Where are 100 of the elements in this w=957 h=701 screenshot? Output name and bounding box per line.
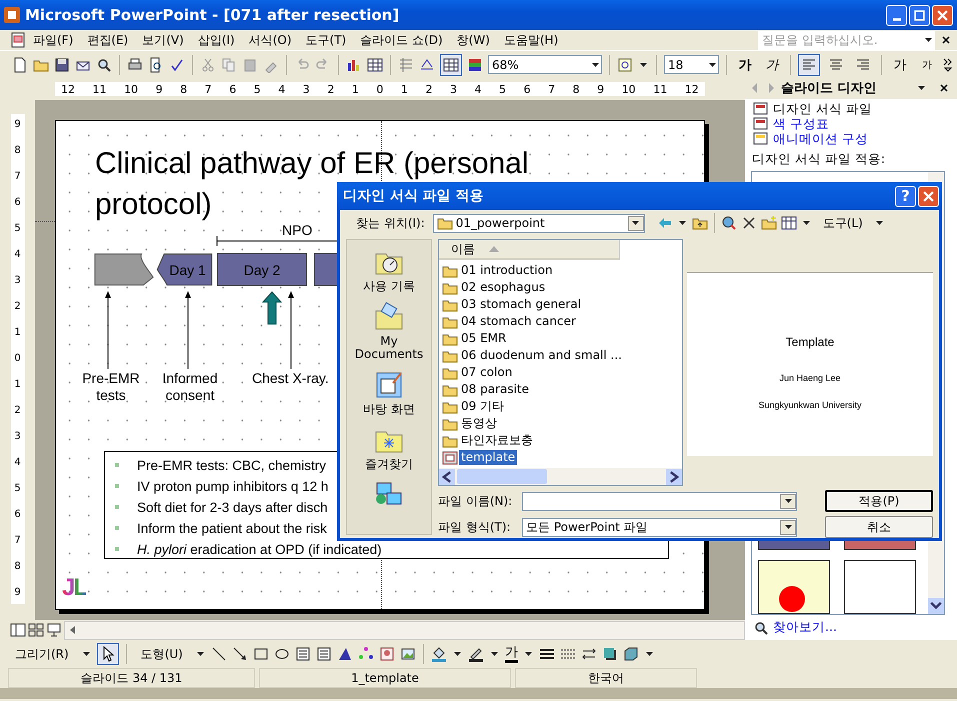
normal-view-icon[interactable] xyxy=(10,622,26,638)
draw-menu[interactable]: 그리기(R) xyxy=(8,646,76,662)
shadow-icon[interactable] xyxy=(602,646,618,662)
web-search-icon[interactable] xyxy=(720,215,737,231)
task-pane-link[interactable]: 애니메이션 구성 xyxy=(773,130,868,148)
delete-icon[interactable] xyxy=(740,215,757,231)
caret-icon[interactable] xyxy=(784,499,792,503)
rectangle-icon[interactable] xyxy=(252,646,269,662)
place-button[interactable]: 바탕 화면 xyxy=(349,369,429,416)
vertical-text-box-icon[interactable] xyxy=(316,646,332,662)
help-button[interactable]: ? xyxy=(895,186,916,206)
line-color-icon[interactable] xyxy=(468,646,484,662)
caret-icon[interactable] xyxy=(82,652,90,656)
file-item[interactable]: 동영상 xyxy=(459,416,499,431)
font-color-button[interactable]: 가 xyxy=(504,646,518,662)
animation-icon[interactable] xyxy=(753,131,769,148)
search-icon[interactable] xyxy=(96,56,112,72)
file-item[interactable]: 타인자료보충 xyxy=(459,433,535,448)
help-question-field[interactable]: 질문을 입력하십시오. xyxy=(758,30,935,50)
apply-button[interactable]: 적용(P) xyxy=(825,490,933,512)
tools-menu[interactable]: 도구(L) xyxy=(816,214,870,232)
caret-icon[interactable] xyxy=(876,221,883,225)
menu-item[interactable]: 보기(V) xyxy=(135,32,191,48)
file-item[interactable]: 02 esophagus xyxy=(459,280,548,295)
table-icon[interactable] xyxy=(367,56,383,72)
menu-item[interactable]: 삽입(I) xyxy=(190,32,242,48)
caret-icon[interactable] xyxy=(678,221,686,225)
line-icon[interactable] xyxy=(210,646,227,662)
italic-button[interactable]: 가 xyxy=(761,54,783,76)
zoom-field[interactable]: 68% xyxy=(488,55,602,74)
place-button[interactable]: 즐겨찾기 xyxy=(349,424,429,471)
caret-icon[interactable] xyxy=(640,62,648,66)
insert-rows-icon[interactable] xyxy=(398,56,414,72)
slide-show-icon[interactable] xyxy=(46,622,62,638)
caret-icon[interactable] xyxy=(925,38,932,42)
search-icon[interactable] xyxy=(753,620,769,636)
file-type-dropdown[interactable]: 모든 PowerPoint 파일 xyxy=(522,518,797,536)
picture-icon[interactable] xyxy=(400,646,416,662)
decrease-font-button[interactable]: 가 xyxy=(916,54,938,76)
arrow-icon[interactable] xyxy=(232,646,248,662)
scroll-left-icon[interactable] xyxy=(69,626,77,634)
file-item[interactable]: 09 기타 xyxy=(459,399,506,414)
file-item[interactable]: 01 introduction xyxy=(459,263,555,278)
file-item[interactable]: 08 parasite xyxy=(459,382,532,397)
file-item[interactable]: 05 EMR xyxy=(459,331,508,346)
bold-button[interactable]: 가 xyxy=(734,54,756,76)
minimize-button[interactable] xyxy=(886,4,907,26)
oval-icon[interactable] xyxy=(274,646,290,662)
place-button[interactable]: 사용 기록 xyxy=(349,246,429,293)
3d-box-icon[interactable] xyxy=(622,646,639,662)
design-template-icon[interactable] xyxy=(753,101,769,118)
menu-item[interactable]: 슬라이드 쇼(D) xyxy=(353,32,450,48)
file-item[interactable]: 07 colon xyxy=(459,365,514,380)
views-icon[interactable] xyxy=(780,215,797,231)
close-icon[interactable] xyxy=(939,83,949,94)
file-name-field[interactable] xyxy=(522,492,797,510)
color-scheme-icon[interactable] xyxy=(753,116,769,132)
new-document-icon[interactable] xyxy=(12,56,28,72)
close-icon[interactable] xyxy=(941,35,951,45)
scroll-down-icon[interactable] xyxy=(928,598,944,614)
presentation-icon[interactable] xyxy=(442,450,458,466)
task-pane-link[interactable]: 색 구성표 xyxy=(773,116,829,133)
file-item[interactable]: 04 stomach cancer xyxy=(459,314,578,329)
document-icon[interactable] xyxy=(10,32,26,48)
browse-link[interactable]: 찾아보기... xyxy=(773,619,837,636)
menu-item[interactable]: 파일(F) xyxy=(26,32,80,48)
text-box-icon[interactable] xyxy=(294,646,311,662)
caret-icon[interactable] xyxy=(784,525,792,529)
menu-item[interactable]: 편집(E) xyxy=(80,32,136,48)
slide-sorter-icon[interactable] xyxy=(28,622,44,638)
caret-icon[interactable] xyxy=(632,221,640,225)
look-in-dropdown[interactable]: 01_powerpoint xyxy=(432,214,645,232)
place-button[interactable]: My Documents xyxy=(349,301,429,361)
new-folder-icon[interactable] xyxy=(760,215,777,231)
file-item[interactable]: template xyxy=(459,450,518,465)
scrollbar-thumb[interactable] xyxy=(457,469,547,484)
help-icon[interactable] xyxy=(617,56,634,72)
caret-icon[interactable] xyxy=(490,652,498,656)
print-icon[interactable] xyxy=(127,56,143,72)
menu-item[interactable]: 도움말(H) xyxy=(496,32,566,48)
increase-font-button[interactable]: 가 xyxy=(889,54,911,76)
file-item[interactable]: 03 stomach general xyxy=(459,297,584,312)
caret-icon[interactable] xyxy=(709,62,716,66)
file-item[interactable]: 06 duodenum and small ... xyxy=(459,348,624,363)
caret-icon[interactable] xyxy=(524,652,532,656)
caret-icon[interactable] xyxy=(646,652,653,656)
more-options-icon[interactable] xyxy=(943,56,953,72)
close-button[interactable] xyxy=(932,4,953,26)
task-pane-link[interactable]: 디자인 서식 파일 xyxy=(773,100,872,118)
autoshapes-menu[interactable]: 도형(U) xyxy=(134,646,190,662)
caret-icon[interactable] xyxy=(454,652,461,656)
scroll-left-icon[interactable] xyxy=(439,468,455,484)
color-swatch-icon[interactable] xyxy=(467,56,483,72)
fill-bucket-icon[interactable] xyxy=(430,646,447,662)
caret-icon[interactable] xyxy=(592,62,600,66)
caret-icon[interactable] xyxy=(802,221,810,225)
wordart-icon[interactable] xyxy=(336,646,353,662)
caret-icon[interactable] xyxy=(196,652,204,656)
caret-icon[interactable] xyxy=(918,86,925,90)
diagram-icon[interactable] xyxy=(358,646,374,662)
